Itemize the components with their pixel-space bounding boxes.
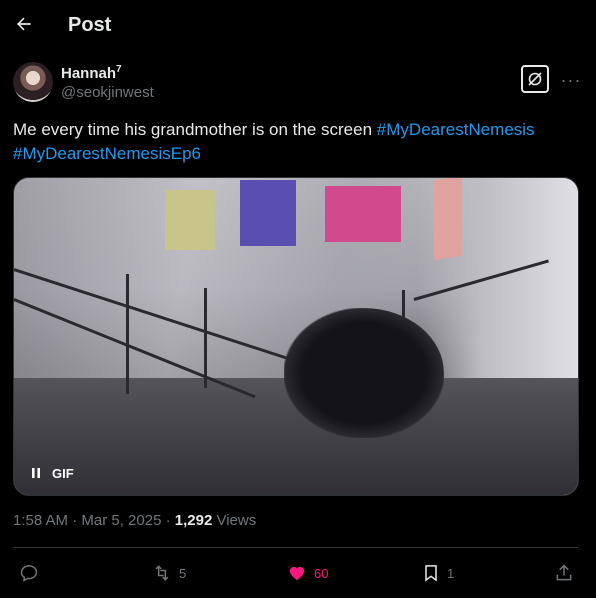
share-icon bbox=[556, 564, 572, 581]
more-dots-icon: ··· bbox=[560, 69, 582, 90]
reply-button[interactable] bbox=[19, 560, 39, 586]
poster-image bbox=[240, 180, 296, 246]
media-figure bbox=[284, 308, 444, 438]
poster-image bbox=[434, 178, 462, 260]
share-button[interactable] bbox=[554, 560, 574, 586]
action-bar: 5 60 1 bbox=[0, 560, 596, 586]
rail-post bbox=[126, 274, 129, 394]
retweet-icon bbox=[155, 565, 169, 581]
pause-icon bbox=[32, 468, 40, 478]
hashtag-link[interactable]: #MyDearestNemesis bbox=[377, 120, 535, 139]
bookmark-count: 1 bbox=[447, 565, 455, 581]
retweet-button[interactable]: 5 bbox=[151, 560, 186, 586]
avatar[interactable] bbox=[13, 62, 53, 102]
author-row: Hannah7 @seokjinwest ··· bbox=[13, 62, 583, 104]
grok-icon bbox=[528, 72, 542, 86]
author-display-name[interactable]: Hannah7 bbox=[61, 64, 122, 82]
retweet-count: 5 bbox=[179, 565, 187, 581]
author-name-text: Hannah bbox=[61, 65, 117, 82]
views-label: Views bbox=[212, 512, 257, 529]
heart-filled-icon bbox=[289, 566, 305, 581]
page-header: Post bbox=[0, 0, 596, 52]
gif-label: GIF bbox=[52, 465, 74, 481]
bookmark-button[interactable]: 1 bbox=[421, 560, 454, 586]
bookmark-icon bbox=[425, 565, 437, 582]
like-count: 60 bbox=[314, 565, 329, 581]
tweet-body: Me every time his grandmother is on the … bbox=[13, 120, 373, 139]
tweet-text: Me every time his grandmother is on the … bbox=[13, 118, 583, 166]
gif-controls: GIF bbox=[24, 461, 74, 485]
arrow-left-icon bbox=[17, 17, 31, 31]
gif-media[interactable]: GIF bbox=[13, 177, 579, 496]
rail-post bbox=[204, 288, 207, 388]
grok-button[interactable] bbox=[521, 65, 549, 93]
reply-icon bbox=[20, 565, 38, 582]
post-meta: 1:58 AM · Mar 5, 2025 · 1,292 Views bbox=[13, 512, 256, 529]
more-options-button[interactable]: ··· bbox=[559, 68, 583, 92]
back-button[interactable] bbox=[12, 12, 36, 36]
views-count: 1,292 bbox=[174, 512, 213, 529]
like-button[interactable]: 60 bbox=[286, 560, 328, 586]
author-handle[interactable]: @seokjinwest bbox=[61, 84, 154, 101]
pause-button[interactable] bbox=[24, 461, 48, 485]
poster-image bbox=[325, 186, 401, 242]
page-title: Post bbox=[68, 14, 112, 36]
hashtag-link[interactable]: #MyDearestNemesisEp6 bbox=[13, 144, 201, 163]
post-timestamp[interactable]: 1:58 AM · Mar 5, 2025 · bbox=[13, 512, 175, 529]
author-badge: 7 bbox=[116, 64, 122, 75]
poster-image bbox=[165, 190, 215, 250]
divider bbox=[13, 547, 578, 548]
